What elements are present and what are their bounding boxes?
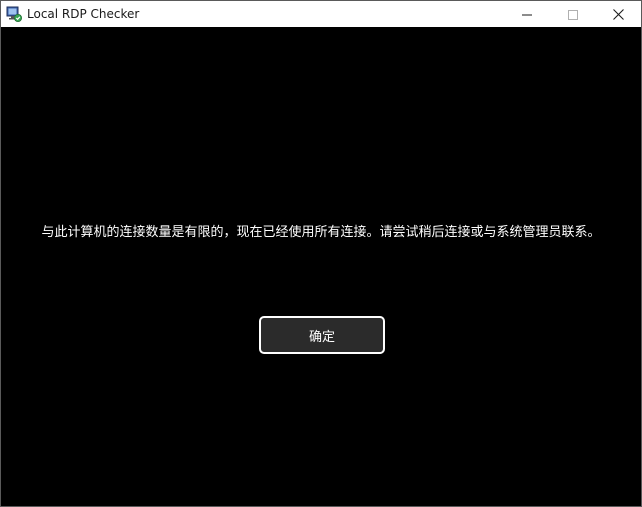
window-title: Local RDP Checker (27, 7, 140, 21)
minimize-button[interactable] (504, 1, 550, 27)
dialog-content: 与此计算机的连接数量是有限的，现在已经使用所有连接。请尝试稍后连接或与系统管理员… (1, 27, 641, 506)
minimize-icon (522, 5, 532, 24)
maximize-button[interactable] (550, 1, 596, 27)
connection-limit-message: 与此计算机的连接数量是有限的，现在已经使用所有连接。请尝试稍后连接或与系统管理员… (41, 225, 601, 240)
close-icon (612, 5, 624, 24)
rdp-monitor-icon (6, 6, 22, 22)
close-button[interactable] (595, 1, 641, 27)
title-bar[interactable]: Local RDP Checker (1, 1, 641, 27)
maximize-icon (568, 5, 578, 24)
app-window: Local RDP Checker 与此计算机的连接数量是有限的，现在已经使用所… (0, 0, 642, 507)
ok-button[interactable]: 确定 (259, 316, 385, 354)
